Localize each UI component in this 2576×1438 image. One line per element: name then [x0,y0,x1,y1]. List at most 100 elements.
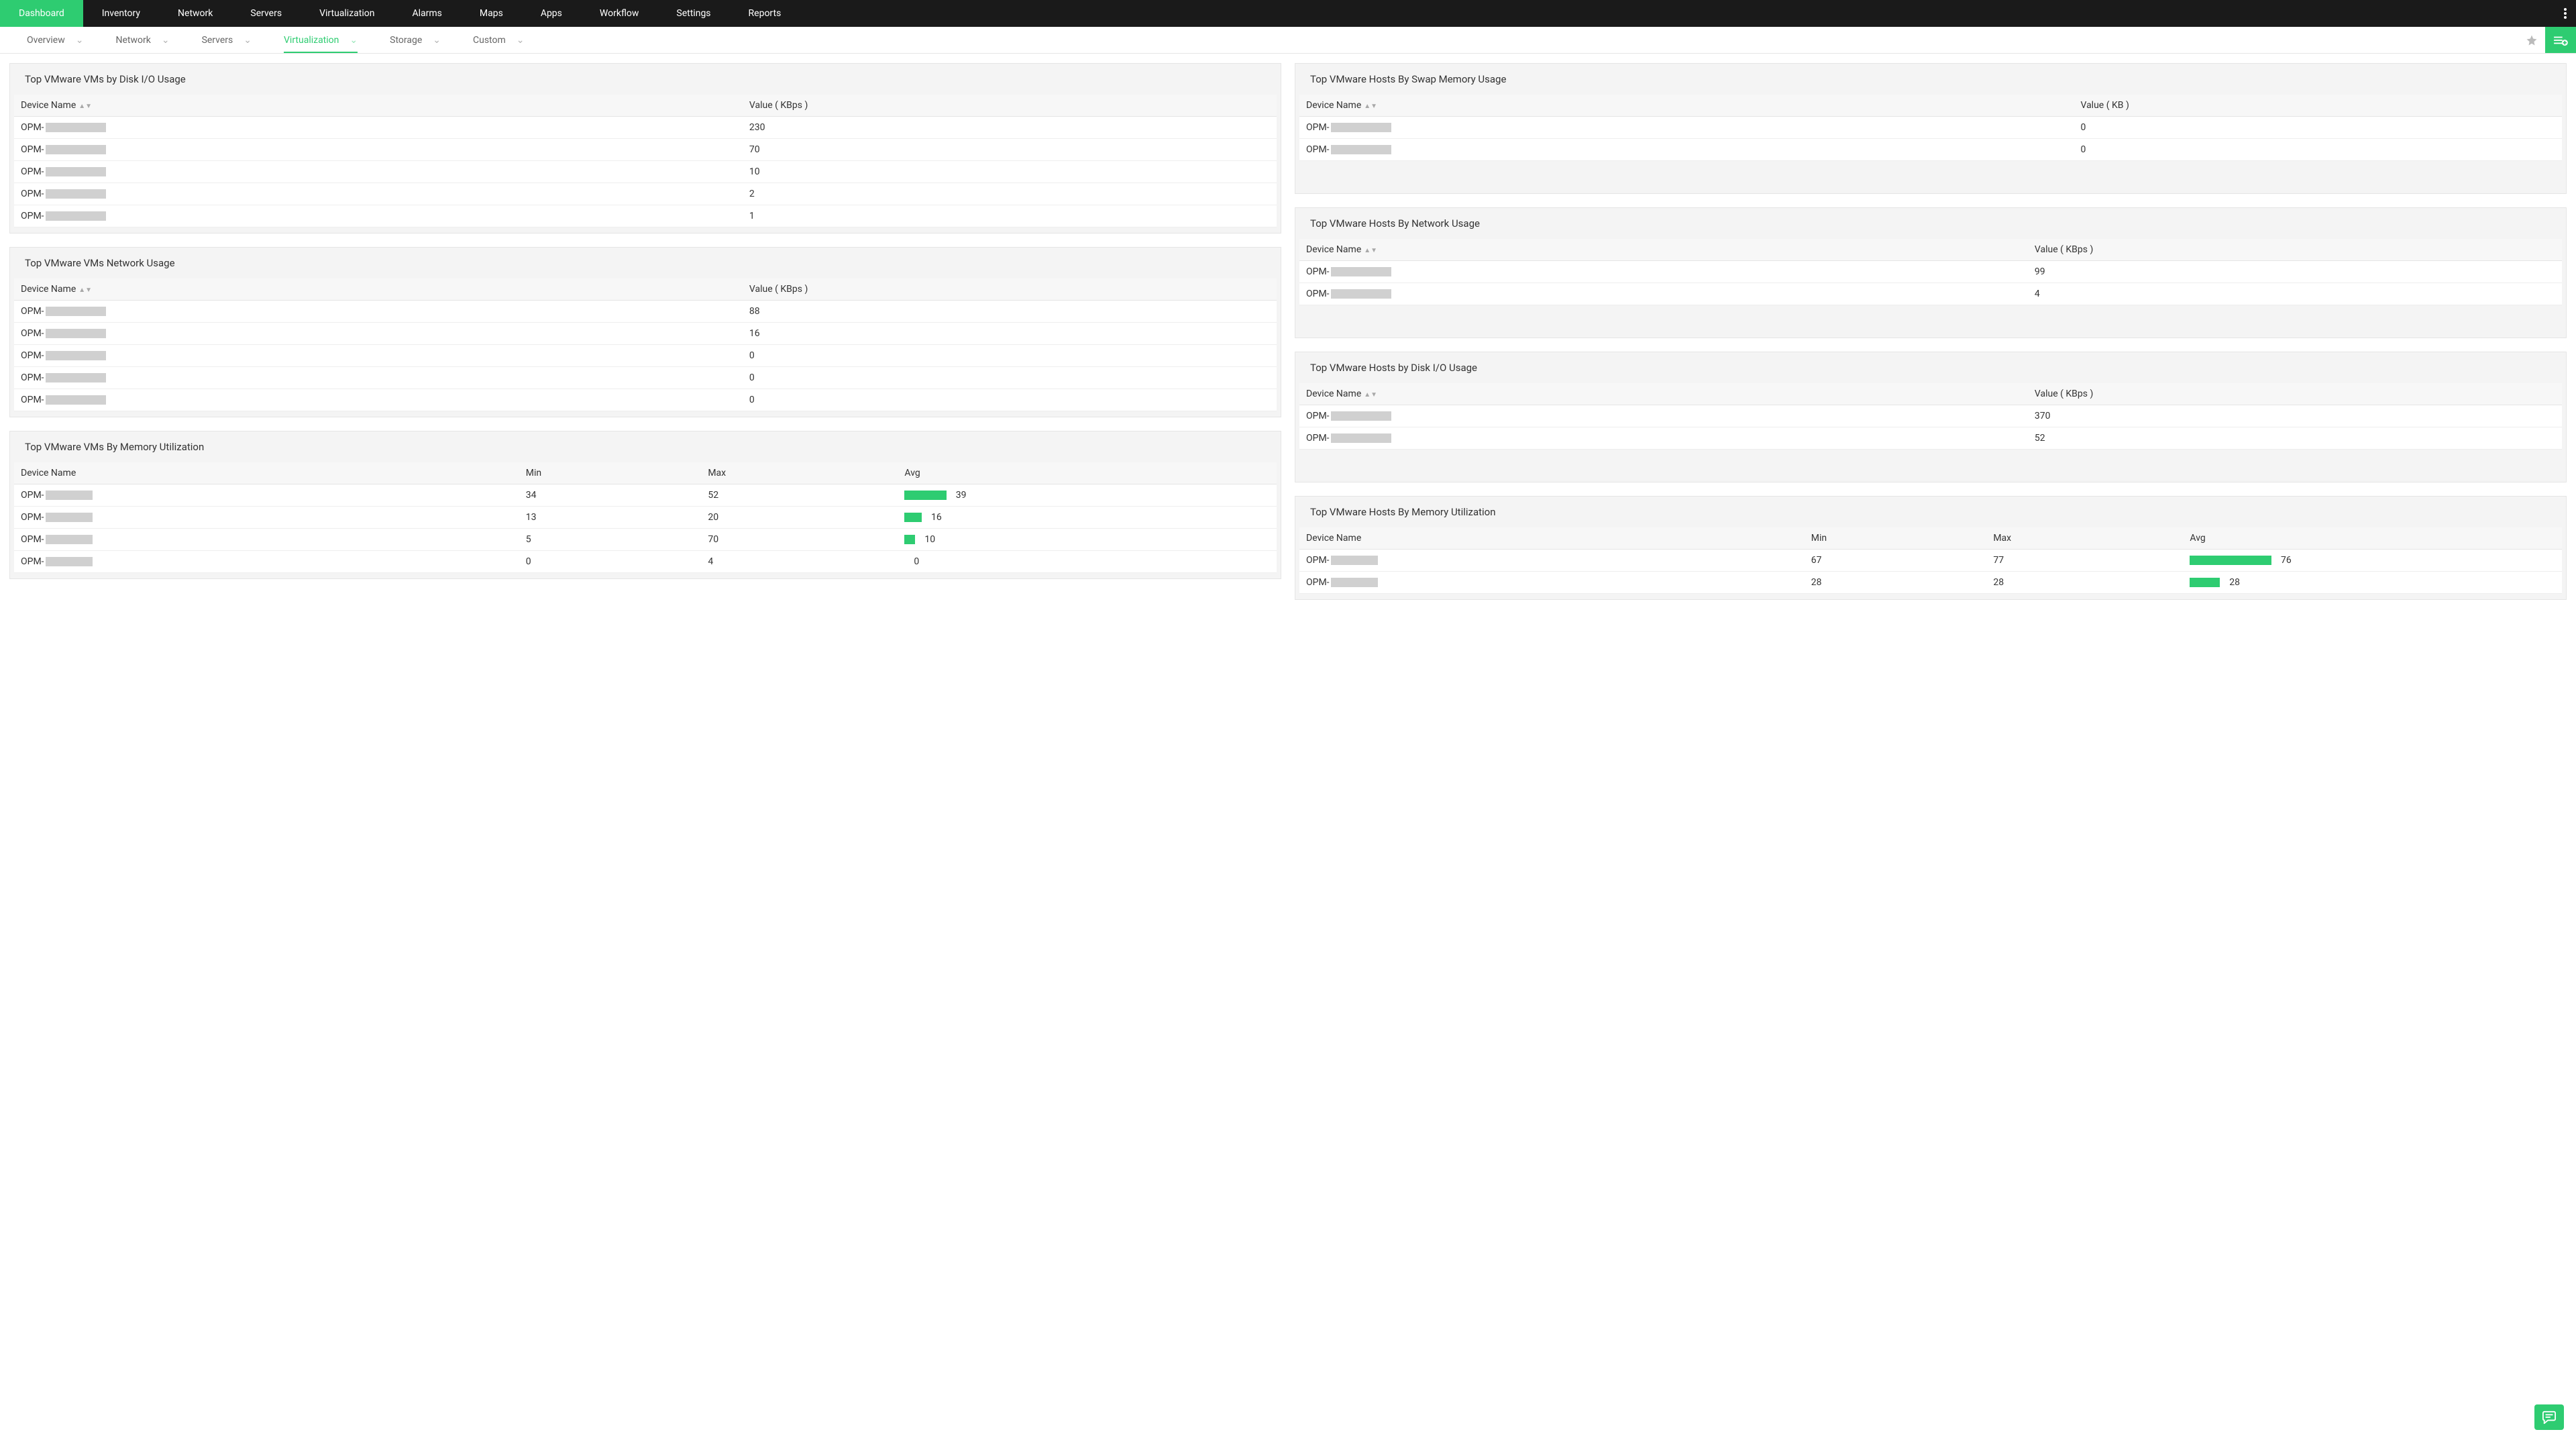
device-link[interactable]: OPM- [21,306,44,317]
col-value[interactable]: Value ( KBps ) [2028,239,2562,261]
nav-workflow[interactable]: Workflow [581,0,658,27]
widget-host-diskio: Top VMware Hosts by Disk I/O Usage Devic… [1295,352,2567,482]
nav-servers[interactable]: Servers [231,0,301,27]
add-widget-icon [2553,34,2568,46]
table-row[interactable]: OPM-1 [14,205,1277,227]
kebab-icon [2564,8,2567,19]
redacted-text [1331,556,1378,565]
table-row[interactable]: OPM-88 [14,301,1277,323]
device-link[interactable]: OPM- [1306,122,1330,133]
avg-cell: 0 [898,551,1277,573]
device-link[interactable]: OPM- [1306,555,1330,566]
device-link[interactable]: OPM- [21,395,44,405]
tab-overview[interactable]: Overview⌄ [11,27,99,53]
nav-apps[interactable]: Apps [522,0,581,27]
col-avg[interactable]: Avg [898,462,1277,484]
device-link[interactable]: OPM- [1306,433,1330,444]
col-max[interactable]: Max [701,462,898,484]
device-link[interactable]: OPM- [21,490,44,501]
tab-virtualization[interactable]: Virtualization⌄ [268,27,374,53]
table-row[interactable]: OPM-677776 [1299,550,2562,572]
col-device-name[interactable]: Device Name▲▼ [14,278,743,301]
nav-alarms[interactable]: Alarms [393,0,460,27]
device-link[interactable]: OPM- [21,166,44,177]
nav-inventory[interactable]: Inventory [83,0,159,27]
chat-icon [2542,1410,2557,1424]
tab-storage[interactable]: Storage⌄ [374,27,457,53]
star-icon [2526,34,2538,46]
vm-diskio-table: Device Name▲▼ Value ( KBps ) OPM-230OPM-… [14,95,1277,227]
device-link[interactable]: OPM- [21,328,44,339]
more-menu-button[interactable] [2555,0,2576,27]
table-row[interactable]: OPM-0 [1299,139,2562,161]
dashboard-body: Top VMware VMs by Disk I/O Usage Device … [0,54,2576,609]
device-link[interactable]: OPM- [1306,411,1330,421]
device-link[interactable]: OPM- [21,512,44,523]
col-value[interactable]: Value ( KBps ) [2028,383,2562,405]
device-link[interactable]: OPM- [21,144,44,155]
table-row[interactable]: OPM-16 [14,323,1277,345]
col-min[interactable]: Min [519,462,702,484]
chat-button[interactable] [2534,1404,2564,1430]
add-widget-button[interactable] [2545,27,2576,53]
col-device-name[interactable]: Device Name▲▼ [14,95,743,117]
device-link[interactable]: OPM- [21,372,44,383]
table-row[interactable]: OPM-345239 [14,484,1277,507]
nav-maps[interactable]: Maps [461,0,522,27]
table-row[interactable]: OPM-230 [14,117,1277,139]
table-row[interactable]: OPM-10 [14,161,1277,183]
redacted-text [46,145,106,154]
col-value[interactable]: Value ( KBps ) [743,278,1277,301]
avg-bar [904,491,946,500]
col-min[interactable]: Min [1805,527,1987,550]
device-link[interactable]: OPM- [21,556,44,567]
col-device-name[interactable]: Device Name [14,462,519,484]
device-link[interactable]: OPM- [21,189,44,199]
tab-servers[interactable]: Servers⌄ [186,27,268,53]
col-device-name[interactable]: Device Name [1299,527,1805,550]
table-row[interactable]: OPM-2 [14,183,1277,205]
device-link[interactable]: OPM- [1306,289,1330,299]
avg-cell: 10 [898,529,1277,551]
table-row[interactable]: OPM-370 [1299,405,2562,427]
device-link[interactable]: OPM- [21,350,44,361]
table-row[interactable]: OPM-132016 [14,507,1277,529]
col-device-name[interactable]: Device Name▲▼ [1299,95,2074,117]
col-device-name[interactable]: Device Name▲▼ [1299,239,2028,261]
table-row[interactable]: OPM-70 [14,139,1277,161]
widget-title: Top VMware Hosts By Network Usage [1295,208,2566,239]
col-avg[interactable]: Avg [2183,527,2562,550]
sort-icon: ▲▼ [1364,247,1377,254]
max-cell: 70 [701,529,898,551]
tab-custom[interactable]: Custom⌄ [457,27,541,53]
table-row[interactable]: OPM-0 [14,389,1277,411]
col-max[interactable]: Max [1986,527,2183,550]
nav-virtualization[interactable]: Virtualization [301,0,393,27]
col-value[interactable]: Value ( KBps ) [743,95,1277,117]
device-link[interactable]: OPM- [21,211,44,221]
device-link[interactable]: OPM- [1306,144,1330,155]
table-row[interactable]: OPM-99 [1299,261,2562,283]
table-row[interactable]: OPM-0 [1299,117,2562,139]
table-row[interactable]: OPM-282828 [1299,572,2562,594]
col-device-name[interactable]: Device Name▲▼ [1299,383,2028,405]
table-row[interactable]: OPM-0 [14,345,1277,367]
tab-custom-label: Custom [473,35,506,46]
table-row[interactable]: OPM-57010 [14,529,1277,551]
nav-network[interactable]: Network [159,0,231,27]
nav-dashboard[interactable]: Dashboard [0,0,83,27]
table-row[interactable]: OPM-040 [14,551,1277,573]
device-link[interactable]: OPM- [1306,266,1330,277]
col-value[interactable]: Value ( KB ) [2074,95,2562,117]
device-link[interactable]: OPM- [1306,577,1330,588]
device-link[interactable]: OPM- [21,534,44,545]
device-name-cell: OPM- [14,117,743,139]
table-row[interactable]: OPM-4 [1299,283,2562,305]
table-row[interactable]: OPM-52 [1299,427,2562,450]
nav-settings[interactable]: Settings [657,0,729,27]
nav-reports[interactable]: Reports [730,0,800,27]
tab-network[interactable]: Network⌄ [99,27,185,53]
device-link[interactable]: OPM- [21,122,44,133]
table-row[interactable]: OPM-0 [14,367,1277,389]
favorite-button[interactable] [2518,27,2545,53]
